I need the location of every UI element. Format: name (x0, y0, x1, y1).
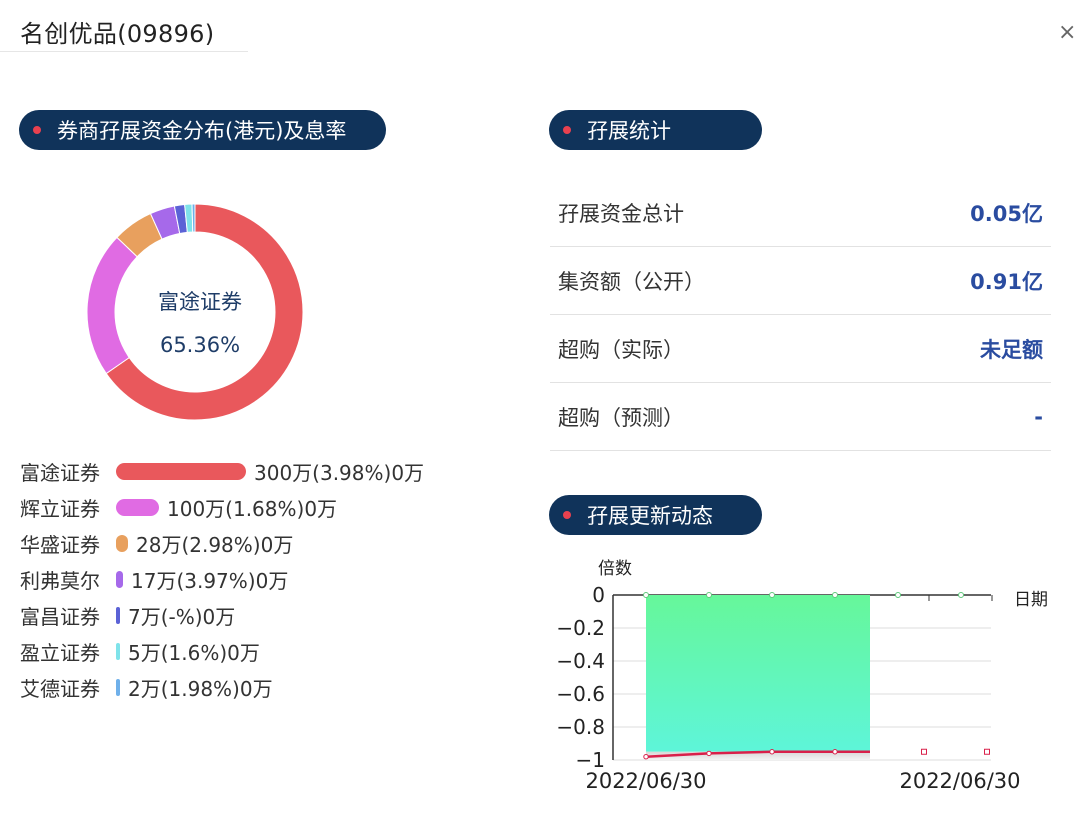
section-header-trend: 孖展更新动态 (549, 495, 762, 535)
legend-item: 盈立证券 5万(1.6%)0万 (20, 636, 260, 666)
section-title: 孖展统计 (587, 119, 671, 143)
donut-slice[interactable] (191, 203, 196, 233)
legend-broker-info: 5万(1.6%)0万 (128, 640, 260, 665)
stat-label: 集资额（公开） (558, 269, 705, 294)
legend-item: 富途证券 300万(3.98%)0万 (20, 456, 424, 486)
x-tick-label: 2022/06/30 (899, 769, 1020, 793)
stat-row-total: 孖展资金总计 0.05亿 (550, 179, 1051, 247)
stat-label: 超购（实际） (558, 337, 684, 362)
section-title: 孖展更新动态 (587, 504, 713, 528)
legend-bar (116, 678, 120, 696)
series-point[interactable] (921, 748, 927, 755)
section-title: 券商孖展资金分布(港元)及息率 (57, 119, 347, 143)
title-tab: 名创优品(09896) (0, 0, 248, 52)
legend-broker-name: 艾德证券 (20, 676, 100, 701)
series-point[interactable] (706, 592, 712, 598)
series-point[interactable] (984, 748, 990, 755)
legend-broker-info: 2万(1.98%)0万 (128, 676, 273, 701)
legend-broker-name: 富途证券 (20, 460, 100, 485)
y-tick-label: 0 (592, 583, 605, 607)
series-point[interactable] (832, 749, 838, 755)
legend-bar (116, 534, 128, 552)
x-tick-label: 2022/06/30 (585, 769, 706, 793)
close-icon[interactable]: × (1058, 22, 1076, 44)
section-header-stats: 孖展统计 (549, 110, 762, 150)
legend-item: 华盛证券 28万(2.98%)0万 (20, 528, 293, 558)
legend-bar (116, 498, 159, 516)
legend-broker-name: 盈立证券 (20, 640, 100, 665)
stat-label: 超购（预测） (558, 405, 684, 430)
bullet-icon (563, 511, 571, 519)
legend-bar (116, 570, 123, 588)
legend-broker-info: 300万(3.98%)0万 (254, 460, 425, 485)
donut-center-label: 富途证券 (158, 290, 242, 314)
series-point[interactable] (769, 592, 775, 598)
y-tick-label: −0.6 (556, 682, 605, 706)
y-tick-label: −0.2 (556, 616, 605, 640)
legend-broker-name: 辉立证券 (20, 496, 100, 521)
legend-broker-name: 利弗莫尔 (20, 568, 100, 593)
stat-label: 孖展资金总计 (558, 201, 684, 226)
legend-broker-info: 17万(3.97%)0万 (131, 568, 289, 593)
donut-center-percent: 65.36% (159, 333, 241, 357)
stat-row-raise: 集资额（公开） 0.91亿 (550, 247, 1051, 315)
series-point[interactable] (706, 750, 712, 757)
legend-bar (116, 462, 246, 480)
stat-value: 0.05亿 (970, 201, 1043, 226)
legend-broker-info: 28万(2.98%)0万 (136, 532, 294, 557)
legend-item: 利弗莫尔 17万(3.97%)0万 (20, 564, 288, 594)
y-tick-label: −0.4 (556, 649, 605, 673)
stat-value: 0.91亿 (970, 269, 1043, 294)
page-title: 名创优品(09896) (20, 20, 215, 48)
legend-item: 辉立证券 100万(1.68%)0万 (20, 492, 337, 522)
stat-row-oversub-forecast: 超购（预测） - (550, 383, 1051, 451)
series-point[interactable] (895, 592, 901, 598)
legend-item: 艾德证券 2万(1.98%)0万 (20, 672, 273, 702)
stat-value: 未足额 (980, 337, 1043, 362)
section-header-distribution: 券商孖展资金分布(港元)及息率 (19, 110, 386, 150)
bullet-icon (563, 126, 571, 134)
stat-value: - (1034, 404, 1043, 429)
series-point[interactable] (643, 754, 649, 760)
series-point[interactable] (643, 592, 649, 598)
series-point[interactable] (769, 749, 775, 755)
legend-bar (116, 606, 120, 624)
series-point[interactable] (958, 592, 964, 598)
legend-broker-name: 富昌证券 (20, 604, 100, 629)
y-tick-label: −0.8 (556, 715, 605, 739)
series-point[interactable] (832, 592, 838, 598)
bullet-icon (33, 126, 41, 134)
legend-broker-info: 100万(1.68%)0万 (167, 496, 338, 521)
margin-trend-chart[interactable]: 0−0.2−0.4−0.6−0.8−12022/06/30 2022/06/30 (550, 575, 1050, 815)
legend-broker-name: 华盛证券 (20, 532, 100, 557)
series-area (646, 595, 870, 752)
legend-broker-info: 7万(-%)0万 (128, 604, 236, 629)
legend-item: 富昌证券 7万(-%)0万 (20, 600, 235, 630)
stat-row-oversub-actual: 超购（实际） 未足额 (550, 315, 1051, 383)
legend-bar (116, 642, 120, 660)
